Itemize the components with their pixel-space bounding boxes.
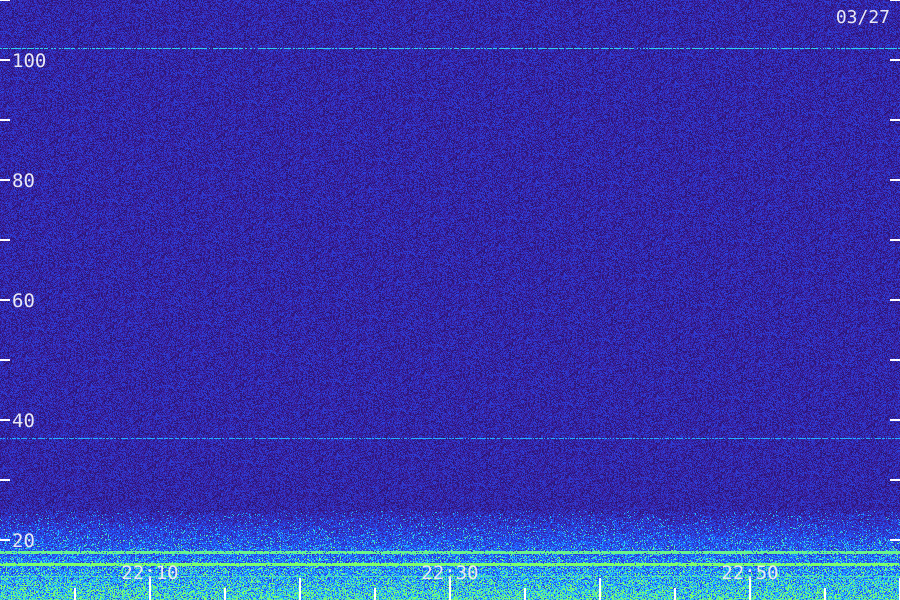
y-tick-label: 60 — [12, 290, 35, 312]
y-tick-label: 100 — [12, 50, 46, 72]
y-tick-label: 80 — [12, 170, 35, 192]
date-label: 03/27 — [836, 7, 890, 28]
x-axis: 22:10 22:30 22:50 — [74, 562, 900, 600]
x-tick-label: 22:50 — [721, 562, 778, 584]
y-axis: 20 40 60 80 100 — [0, 0, 900, 552]
x-tick-label: 22:30 — [421, 562, 478, 584]
y-tick-label: 40 — [12, 410, 35, 432]
x-tick-label: 22:10 — [121, 562, 178, 584]
y-tick-label: 20 — [12, 530, 35, 552]
axis-overlay: 03/27 20 40 60 80 100 22:10 22:30 22:50 — [0, 0, 900, 600]
